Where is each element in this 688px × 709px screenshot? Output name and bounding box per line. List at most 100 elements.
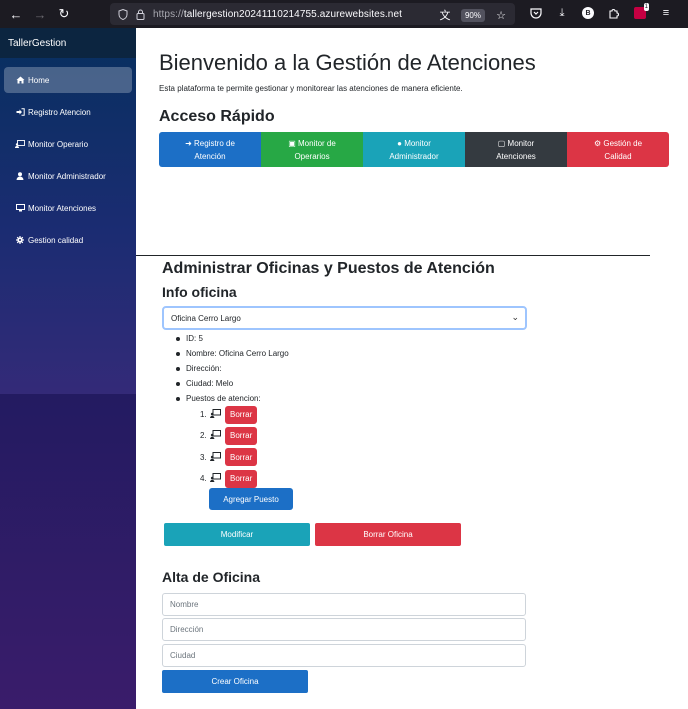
sidebar-item-registro-atencion[interactable]: Registro Atencion — [4, 99, 132, 125]
sign-in-icon — [14, 108, 26, 116]
sidebar-item-label: Monitor Operario — [28, 139, 89, 149]
pocket-icon[interactable] — [528, 4, 544, 22]
puesto-item: 1. Borrar — [200, 404, 258, 425]
ciudad-input[interactable] — [163, 645, 525, 666]
puesto-number: 3. — [200, 452, 207, 462]
office-name: Nombre: Oficina Cerro Largo — [186, 349, 289, 358]
bookmark-star-icon[interactable]: ☆ — [493, 6, 509, 24]
nombre-input[interactable] — [163, 594, 525, 615]
office-info-list: ID: 5 Nombre: Oficina Cerro Largo Direcc… — [176, 331, 289, 406]
alta-oficina-title: Alta de Oficina — [162, 569, 261, 585]
puestos-list: 1. Borrar 2. Borrar 3. Borrar 4. Borrar — [200, 404, 258, 489]
ciudad-field — [162, 644, 526, 667]
button-label: Administrador — [389, 151, 439, 161]
url-host: tallergestion20241110214755.azurewebsite… — [183, 8, 403, 20]
sidebar-item-label: Home — [28, 75, 50, 85]
puesto-number: 4. — [200, 474, 207, 484]
monitor-atenciones-button[interactable]: ▢ Monitor Atenciones — [465, 132, 567, 167]
button-label: Monitor — [404, 138, 431, 148]
create-office-button[interactable]: Crear Oficina — [162, 670, 308, 693]
forward-button[interactable]: → — [28, 3, 52, 25]
admin-section-title: Administrar Oficinas y Puestos de Atenci… — [162, 260, 495, 277]
sign-in-icon: ➜ — [185, 138, 192, 148]
delete-puesto-button[interactable]: Borrar — [225, 448, 258, 467]
office-select[interactable]: Oficina Cerro Largo ⌄ — [162, 306, 527, 330]
shield-icon — [118, 8, 128, 20]
desktop-icon: ▢ — [497, 138, 506, 148]
quick-access-title: Acceso Rápido — [159, 108, 275, 125]
quick-access-buttons: ➜ Registro de Atención ▣ Monitor de Oper… — [159, 132, 669, 167]
gear-icon — [14, 236, 26, 244]
direccion-field — [162, 618, 526, 641]
sidebar-item-label: Monitor Administrador — [28, 171, 106, 181]
sidebar-item-label: Monitor Atenciones — [28, 203, 97, 213]
sidebar-item-gestion-calidad[interactable]: Gestion calidad — [4, 227, 132, 253]
sidebar-item-label: Registro Atencion — [28, 107, 91, 117]
monitor-operarios-button[interactable]: ▣ Monitor de Operarios — [261, 132, 363, 167]
puesto-item: 2. Borrar — [200, 425, 258, 446]
sidebar-item-monitor-atenciones[interactable]: Monitor Atenciones — [4, 195, 132, 221]
url-bar[interactable]: https://tallergestion20241110214755.azur… — [110, 3, 515, 25]
button-label: Atención — [194, 151, 226, 161]
delete-puesto-button[interactable]: Borrar — [225, 426, 258, 445]
button-label: Atenciones — [496, 151, 536, 161]
modify-office-button[interactable]: Modificar — [164, 523, 310, 546]
puestos-label: Puestos de atencion: — [186, 394, 261, 403]
translate-icon[interactable]: 文 — [437, 6, 453, 24]
account-icon[interactable]: B — [580, 4, 596, 22]
monitor-users-icon — [210, 430, 222, 441]
add-puesto-button[interactable]: Agregar Puesto — [209, 488, 293, 510]
extensions-icon[interactable] — [606, 4, 622, 22]
list-item: Dirección: — [176, 361, 289, 376]
direccion-input[interactable] — [163, 619, 525, 640]
button-label: Monitor — [507, 138, 535, 148]
sidebar-item-home[interactable]: Home — [4, 67, 132, 93]
zoom-level[interactable]: 90% — [460, 8, 485, 22]
delete-office-button[interactable]: Borrar Oficina — [315, 523, 461, 546]
ublock-icon[interactable]: 1 — [632, 3, 649, 22]
page-title: Bienvenido a la Gestión de Atenciones — [159, 50, 536, 75]
nombre-field — [162, 593, 526, 616]
info-oficina-title: Info oficina — [162, 284, 237, 300]
office-id: ID: 5 — [186, 334, 203, 343]
back-button[interactable]: ← — [4, 3, 28, 25]
sidebar-item-label: Gestion calidad — [28, 235, 84, 245]
sidebar: TallerGestion Home Registro Atencion Mon… — [0, 28, 136, 709]
delete-puesto-button[interactable]: Borrar — [225, 405, 258, 424]
section-divider — [136, 255, 650, 256]
button-label: Calidad — [604, 151, 632, 161]
monitor-users-icon — [210, 473, 222, 484]
button-label: Registro de — [194, 138, 235, 148]
sidebar-background — [0, 394, 136, 709]
brand-logo[interactable]: TallerGestion — [0, 28, 136, 58]
monitor-administrador-button[interactable]: ● Monitor Administrador — [363, 132, 465, 167]
reload-button[interactable]: ↻ — [52, 3, 76, 25]
delete-puesto-button[interactable]: Borrar — [225, 469, 258, 488]
button-label: Monitor de — [298, 138, 336, 148]
menu-icon[interactable]: ≡ — [658, 4, 674, 22]
monitor-users-icon — [14, 140, 26, 148]
page-subtitle: Esta plataforma te permite gestionar y m… — [159, 84, 463, 93]
list-item: Ciudad: Melo — [176, 376, 289, 391]
sidebar-item-monitor-operario[interactable]: Monitor Operario — [4, 131, 132, 157]
puesto-number: 1. — [200, 410, 207, 420]
main-content: Bienvenido a la Gestión de Atenciones Es… — [136, 28, 688, 709]
monitor-users-icon: ▣ — [288, 138, 296, 148]
puesto-item: 4. Borrar — [200, 468, 258, 489]
download-icon[interactable]: ⤓ — [554, 4, 570, 22]
puesto-item: 3. Borrar — [200, 447, 258, 468]
user-icon: ● — [397, 138, 402, 148]
button-label: Gestión de — [603, 138, 643, 148]
sidebar-nav: Home Registro Atencion Monitor Operario … — [0, 58, 136, 253]
office-city: Ciudad: Melo — [186, 379, 234, 388]
browser-toolbar: ← → ↻ https://tallergestion2024111021475… — [0, 0, 688, 28]
sidebar-item-monitor-administrador[interactable]: Monitor Administrador — [4, 163, 132, 189]
url-prefix: https:// — [153, 8, 184, 20]
button-label: Operarios — [294, 151, 330, 161]
list-item: ID: 5 — [176, 331, 289, 346]
registro-atencion-button[interactable]: ➜ Registro de Atención — [159, 132, 261, 167]
list-item: Nombre: Oficina Cerro Largo — [176, 346, 289, 361]
desktop-icon — [14, 204, 26, 212]
gestion-calidad-button[interactable]: ⚙ Gestión de Calidad — [567, 132, 669, 167]
gear-icon: ⚙ — [593, 138, 602, 148]
